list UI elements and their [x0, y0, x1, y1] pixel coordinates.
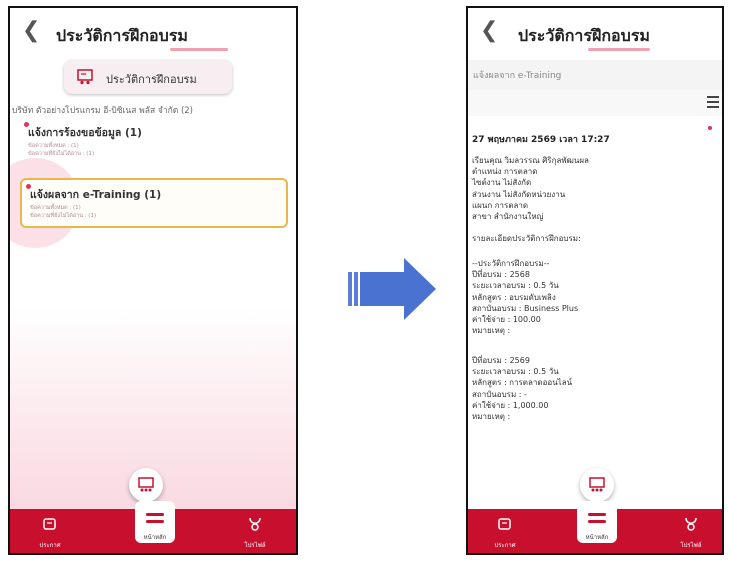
news-icon [498, 518, 511, 530]
message-date: 27 พฤษภาคม 2569 เวลา 17:27 [472, 135, 610, 145]
recipient-line: ตำแหน่ง การตลาด [472, 167, 538, 177]
unread-dot [708, 126, 712, 130]
page-title: ประวัติการฝึกอบรม [518, 26, 650, 45]
recipient-block: เรียนคุณ วิมลวรรณ ศิริกุลพัฒนผล ตำแหน่ง … [472, 155, 589, 222]
nav-profile[interactable]: โปรไฟล์ [225, 509, 285, 553]
training-board-icon [138, 477, 154, 492]
news-icon [43, 518, 56, 530]
record-line: หลักสูตร : การตลาดออนไลน์ [472, 378, 573, 388]
training-fab-button[interactable] [129, 468, 163, 502]
nav-home[interactable]: หน้าหลัก [125, 501, 185, 553]
record-line: --ประวัติการฝึกอบรม-- [472, 259, 550, 268]
recipient-line: สาขา สำนักงานใหญ่ [472, 212, 544, 222]
profile-icon [249, 517, 261, 531]
right-arrow-icon [348, 258, 436, 320]
nav-profile-label: โปรไฟล์ [680, 542, 702, 549]
record-line: หลักสูตร : อบรมดับเพลิง [472, 292, 556, 302]
recipient-line: แผนก การตลาด [472, 200, 529, 210]
record-line: ปีที่อบรม : 2568 [472, 270, 530, 280]
menu-icon[interactable] [707, 96, 719, 111]
training-history-card[interactable]: ประวัติการฝึกอบรม [64, 60, 232, 94]
record-line: ปีที่อบรม : 2569 [472, 356, 530, 365]
notification-group-etraining[interactable]: แจ้งผลจาก e-Training (1) ข้อความทั้งหมด … [20, 178, 288, 228]
header: ❮ ประวัติการฝึกอบรม [10, 8, 296, 58]
training-record-1: --ประวัติการฝึกอบรม-- ปีที่อบรม : 2568 ร… [472, 258, 578, 336]
nav-profile[interactable]: โปรไฟล์ [666, 509, 716, 553]
nav-home[interactable]: หน้าหลัก [572, 501, 622, 553]
nav-news-label: ประกาศ [39, 542, 61, 549]
recipient-line: เรียนคุณ วิมลวรรณ ศิริกุลพัฒนผล [472, 156, 589, 165]
training-board-icon [589, 477, 605, 492]
screen-training-list: ❮ ประวัติการฝึกอบรม ประวัติการฝึกอบรม บร… [8, 6, 298, 555]
record-line: หมายเหตุ : [472, 412, 511, 422]
nav-news-label: ประกาศ [494, 542, 516, 549]
bottom-nav: ประกาศ หน้าหลัก โปรไฟล์ [468, 501, 722, 553]
card-label: ประวัติการฝึกอบรม [106, 73, 197, 86]
subheader-bar: แจ้งผลจาก e-Training [468, 60, 722, 90]
group-total-count: ข้อความทั้งหมด : (1) [28, 143, 79, 149]
group-total-count: ข้อความทั้งหมด : (1) [30, 205, 81, 211]
training-fab-button[interactable] [580, 468, 614, 502]
profile-icon [685, 517, 697, 531]
recipient-line: ไซต์งาน ไม่สังกัด [472, 178, 532, 188]
nav-home-label: หน้าหลัก [585, 534, 609, 541]
record-line: สถาบันอบรม : Business Plus [472, 303, 579, 313]
record-line: สถาบันอบรม : - [472, 389, 527, 399]
back-chevron-icon[interactable]: ❮ [22, 20, 40, 42]
nav-home-highlight: หน้าหลัก [577, 501, 617, 543]
record-line: ค่าใช้จ่าย : 100.00 [472, 315, 541, 325]
nav-news[interactable]: ประกาศ [20, 509, 80, 553]
detail-heading: รายละเอียดประวัติการฝึกอบรม: [472, 234, 581, 243]
nav-home-label: หน้าหลัก [143, 534, 167, 541]
header: ❮ ประวัติการฝึกอบรม [468, 8, 722, 58]
group-title: แจ้งผลจาก e-Training (1) [30, 189, 162, 201]
subheader-label: แจ้งผลจาก e-Training [473, 71, 562, 81]
nav-home-highlight: หน้าหลัก [135, 501, 175, 543]
group-unread-count: ข้อความที่ยังไม่ได้อ่าน : (1) [28, 151, 95, 157]
back-chevron-icon[interactable]: ❮ [480, 20, 498, 42]
recipient-line: ส่วนงาน ไม่สังกัดหน่วยงาน [472, 189, 566, 199]
screen-training-detail: ❮ ประวัติการฝึกอบรม แจ้งผลจาก e-Training… [466, 6, 724, 555]
group-title: แจ้งการร้องขอข้อมูล (1) [28, 127, 142, 139]
group-unread-count: ข้อความที่ยังไม่ได้อ่าน : (1) [30, 213, 97, 219]
record-line: หมายเหตุ : [472, 326, 511, 336]
nav-news[interactable]: ประกาศ [480, 509, 530, 553]
nav-profile-label: โปรไฟล์ [244, 542, 266, 549]
toolbar-band [468, 90, 722, 116]
record-line: ระยะเวลาอบรม : 0.5 วัน [472, 281, 559, 291]
page-title: ประวัติการฝึกอบรม [56, 26, 188, 45]
notification-group-request[interactable]: แจ้งการร้องขอข้อมูล (1) ข้อความทั้งหมด :… [24, 120, 286, 164]
title-underline [588, 48, 650, 51]
record-line: ระยะเวลาอบรม : 0.5 วัน [472, 367, 559, 377]
training-board-icon [77, 69, 93, 85]
title-underline [170, 48, 228, 51]
company-label: บริษัท ตัวอย่างโปรแกรม อี-บิซิเนส พลัส จ… [12, 106, 193, 116]
training-record-2: ปีที่อบรม : 2569 ระยะเวลาอบรม : 0.5 วัน … [472, 355, 572, 422]
menu-icon [146, 513, 164, 523]
bottom-nav: ประกาศ หน้าหลัก โปรไฟล์ [10, 501, 296, 553]
record-line: ค่าใช้จ่าย : 1,000.00 [472, 400, 549, 410]
menu-icon [588, 513, 606, 523]
